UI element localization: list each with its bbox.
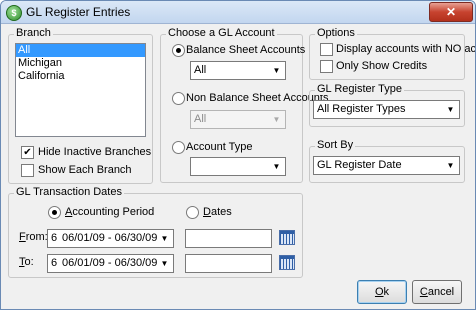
gl-register-entries-dialog: $ GL Register Entries ✕ Branch All Michi… <box>0 0 476 310</box>
display-no-activity-label: Display accounts with NO activity <box>336 43 476 55</box>
hide-inactive-branches-label: Hide Inactive Branches <box>38 146 152 158</box>
dates-label: Dates <box>203 206 232 218</box>
branch-group-label: Branch <box>14 27 53 39</box>
hide-inactive-branches-checkbox[interactable]: ✔ <box>21 146 34 159</box>
chevron-down-icon: ▼ <box>272 115 281 124</box>
non-balance-sheet-value: All <box>194 113 207 125</box>
register-type-group: GL Register Type All Register Types ▼ <box>309 83 465 127</box>
branch-item-california[interactable]: California <box>16 70 145 83</box>
only-show-credits-checkbox[interactable] <box>320 60 333 73</box>
chevron-down-icon: ▼ <box>446 161 455 170</box>
sort-by-group-label: Sort By <box>315 139 356 151</box>
branch-item-all[interactable]: All <box>16 44 145 57</box>
register-type-select[interactable]: All Register Types ▼ <box>313 100 460 119</box>
register-type-group-label: GL Register Type <box>315 83 404 95</box>
chevron-down-icon: ▼ <box>272 162 281 171</box>
sort-by-select[interactable]: GL Register Date ▼ <box>313 156 460 175</box>
chevron-down-icon: ▼ <box>272 66 281 75</box>
transaction-dates-group-label: GL Transaction Dates <box>14 186 124 198</box>
gl-account-group-label: Choose a GL Account <box>166 27 277 39</box>
title-bar: $ GL Register Entries ✕ <box>1 1 475 24</box>
transaction-dates-group: GL Transaction Dates Accounting Period D… <box>8 186 303 278</box>
options-group: Options Display accounts with NO activit… <box>309 27 475 80</box>
checkmark-icon: ✔ <box>23 147 32 158</box>
chevron-down-icon: ▼ <box>160 259 169 268</box>
to-period-range: 06/01/09 - 06/30/09 <box>62 257 158 269</box>
register-type-value: All Register Types <box>317 103 406 115</box>
calendar-icon[interactable] <box>279 230 295 245</box>
from-period-range: 06/01/09 - 06/30/09 <box>62 232 158 244</box>
options-group-label: Options <box>315 27 357 39</box>
window-title: GL Register Entries <box>26 5 131 19</box>
accounting-period-label: Accounting Period <box>65 206 155 218</box>
balance-sheet-select[interactable]: All ▼ <box>190 61 286 80</box>
non-balance-sheet-radio[interactable] <box>172 92 185 105</box>
cancel-button[interactable]: Cancel <box>412 280 462 304</box>
gl-account-group: Choose a GL Account Balance Sheet Accoun… <box>160 27 328 183</box>
from-period-number: 6 <box>51 232 58 244</box>
balance-sheet-value: All <box>194 64 207 76</box>
app-icon: $ <box>6 5 22 21</box>
non-balance-sheet-label: Non Balance Sheet Accounts <box>186 92 329 104</box>
sort-by-value: GL Register Date <box>317 159 402 171</box>
to-period-select[interactable]: 6 06/01/09 - 06/30/09 ▼ <box>47 254 174 273</box>
sort-by-group: Sort By GL Register Date ▼ <box>309 139 465 183</box>
display-no-activity-checkbox[interactable] <box>320 43 333 56</box>
to-label: To: <box>19 256 34 268</box>
dates-radio[interactable] <box>186 206 199 219</box>
non-balance-sheet-select[interactable]: All ▼ <box>190 110 286 129</box>
chevron-down-icon: ▼ <box>446 105 455 114</box>
from-label: From: <box>19 231 48 243</box>
from-date-input[interactable] <box>185 229 272 248</box>
from-period-select[interactable]: 6 06/01/09 - 06/30/09 ▼ <box>47 229 174 248</box>
to-period-number: 6 <box>51 257 58 269</box>
branch-item-michigan[interactable]: Michigan <box>16 57 145 70</box>
close-button[interactable]: ✕ <box>429 2 473 22</box>
show-each-branch-checkbox[interactable] <box>21 164 34 177</box>
balance-sheet-label: Balance Sheet Accounts <box>186 44 306 56</box>
ok-button[interactable]: Ok <box>357 280 407 304</box>
account-type-label: Account Type <box>186 141 253 153</box>
calendar-icon[interactable] <box>279 255 295 270</box>
accounting-period-radio[interactable] <box>48 206 61 219</box>
balance-sheet-radio[interactable] <box>172 44 185 57</box>
account-type-radio[interactable] <box>172 141 185 154</box>
branch-listbox[interactable]: All Michigan California <box>15 43 146 137</box>
account-type-select[interactable]: ▼ <box>190 157 286 176</box>
show-each-branch-label: Show Each Branch <box>38 164 132 176</box>
chevron-down-icon: ▼ <box>160 234 169 243</box>
branch-group: Branch All Michigan California ✔ Hide In… <box>8 27 153 184</box>
only-show-credits-label: Only Show Credits <box>336 60 428 72</box>
to-date-input[interactable] <box>185 254 272 273</box>
